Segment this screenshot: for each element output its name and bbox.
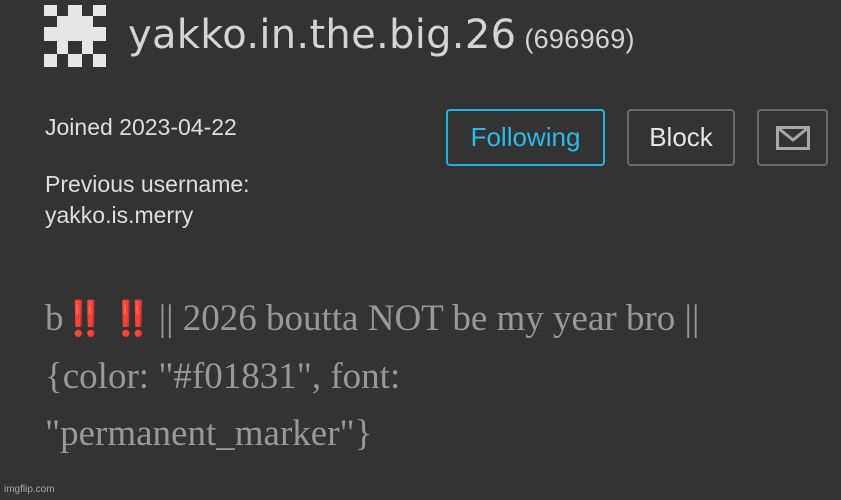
bio-line-1: || 2026 boutta NOT be my year bro || — [158, 298, 700, 339]
previous-username-value: yakko.is.merry — [45, 202, 194, 228]
joined-date: Joined 2023-04-22 — [45, 114, 237, 140]
double-exclamation-emoji: ‼️ — [111, 299, 153, 339]
profile-page: yakko.in.the.big.26 (696969) Joined 2023-… — [0, 0, 841, 500]
bio-prefix: b — [45, 298, 64, 339]
block-button-label: Block — [649, 122, 713, 152]
bio-line-2: {color: "#f01831", font: — [45, 356, 401, 397]
mail-icon — [775, 125, 810, 150]
profile-username-heading: yakko.in.the.big.26 (696969) — [128, 12, 635, 58]
previous-username-label: Previous username: — [45, 171, 250, 197]
bio-line-3: "permanent_marker"} — [45, 413, 373, 454]
pixel-avatar-icon — [44, 5, 106, 67]
profile-bio: b‼️ ‼️ || 2026 boutta NOT be my year bro… — [45, 290, 835, 462]
imgflip-watermark: imgflip.com — [4, 484, 55, 495]
message-button[interactable] — [757, 109, 828, 166]
following-button-label: Following — [470, 122, 581, 152]
following-button[interactable]: Following — [446, 109, 605, 166]
block-button[interactable]: Block — [627, 109, 735, 166]
double-exclamation-emoji: ‼️ — [63, 299, 106, 339]
username-text: yakko.in.the.big.26 — [128, 12, 517, 58]
user-id: (696969) — [524, 24, 635, 54]
